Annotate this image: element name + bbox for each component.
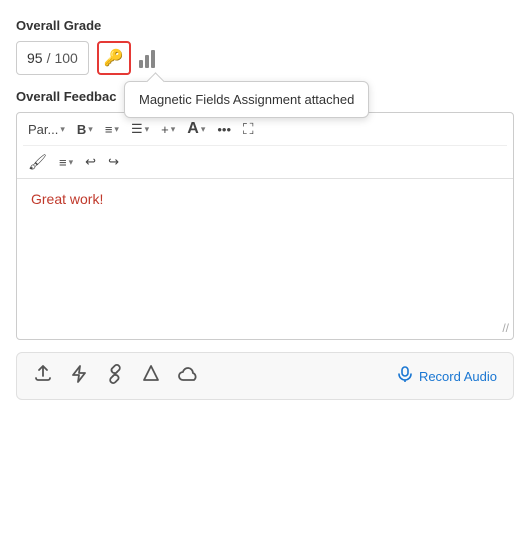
link-icon[interactable] — [105, 364, 125, 389]
editor-content-area[interactable]: Great work! // — [17, 179, 513, 339]
grade-input[interactable]: 95 / 100 — [16, 41, 89, 75]
editor-toolbar: Par... ▾ B ▾ ≡ ▾ ☰ ▾ + ▾ A ▾ — [17, 113, 513, 179]
cloud-icon[interactable] — [177, 364, 199, 389]
numbered-list-button[interactable]: ≡ ▾ — [54, 152, 78, 173]
drive-icon[interactable] — [141, 364, 161, 389]
grade-separator: / — [47, 50, 51, 66]
font-size-button[interactable]: A ▾ — [182, 117, 210, 141]
overall-grade-section: Overall Grade 95 / 100 🔑 Magnetic Fields… — [16, 18, 514, 75]
grade-row: 95 / 100 🔑 Magnetic Fields Assignment at… — [16, 41, 514, 75]
paint-format-button[interactable]: 🖌 — [23, 150, 52, 174]
paragraph-dropdown[interactable]: Par... ▾ — [23, 119, 70, 140]
footer-icons — [33, 363, 199, 389]
resize-handle: // — [502, 321, 509, 335]
undo-button[interactable]: ↩ — [80, 151, 101, 173]
bold-button[interactable]: B ▾ — [72, 119, 98, 140]
record-audio-button[interactable]: Record Audio — [397, 366, 497, 387]
key-icon: 🔑 — [104, 48, 124, 68]
microphone-icon — [397, 366, 413, 387]
grade-value: 95 — [27, 50, 43, 66]
toolbar-row-2: 🖌 ≡ ▾ ↩ ↪ — [23, 145, 507, 174]
grade-total: 100 — [54, 50, 77, 66]
insert-button[interactable]: + ▾ — [156, 119, 180, 140]
upload-icon[interactable] — [33, 363, 53, 389]
align-button[interactable]: ≡ ▾ — [100, 119, 124, 140]
redo-button[interactable]: ↪ — [103, 151, 124, 173]
toolbar-row-1: Par... ▾ B ▾ ≡ ▾ ☰ ▾ + ▾ A ▾ — [23, 117, 507, 141]
record-audio-label: Record Audio — [419, 369, 497, 384]
tooltip-text: Magnetic Fields Assignment attached — [139, 92, 354, 107]
lightning-icon[interactable] — [69, 364, 89, 389]
fullscreen-button[interactable]: ⛶ — [238, 118, 259, 141]
editor-footer: Record Audio — [16, 352, 514, 400]
key-button[interactable]: 🔑 — [97, 41, 131, 75]
editor-text: Great work! — [31, 191, 103, 207]
more-button[interactable]: ••• — [212, 119, 236, 140]
bar-chart-icon[interactable] — [139, 48, 155, 68]
tooltip: Magnetic Fields Assignment attached — [124, 81, 369, 118]
list-button[interactable]: ☰ ▾ — [126, 118, 154, 140]
editor-container: Par... ▾ B ▾ ≡ ▾ ☰ ▾ + ▾ A ▾ — [16, 112, 514, 340]
overall-grade-label: Overall Grade — [16, 18, 514, 33]
